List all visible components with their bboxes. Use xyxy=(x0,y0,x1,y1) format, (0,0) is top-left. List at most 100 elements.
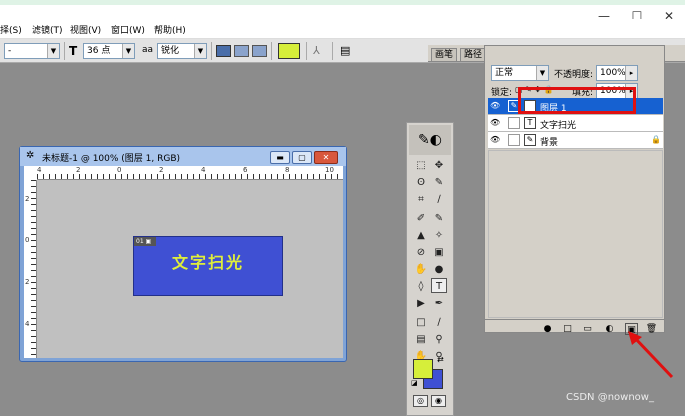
layer-mask-button[interactable]: □ xyxy=(561,323,574,335)
doc-minimize-button[interactable]: ▬ xyxy=(270,151,290,164)
highlight-box xyxy=(518,87,636,114)
link-box[interactable] xyxy=(508,134,520,146)
ruler-h-label: 8 xyxy=(285,166,290,174)
menu-help[interactable]: 帮助(H) xyxy=(154,23,186,36)
divider xyxy=(64,42,65,60)
document-window: ✲ 未标题-1 @ 100% (图层 1, RGB) ▬ ▢ ✕ 4 2 0 2… xyxy=(19,146,347,362)
foreground-color-swatch[interactable] xyxy=(413,359,433,379)
layer-text: 文字扫光 xyxy=(171,253,244,272)
opacity-input[interactable]: 100% ▸ xyxy=(596,65,638,81)
toolbox: ✎◐ ⬚ ✥ ʘ ✎ ⌗ ∕ ✐ ✎ ▲ ✧ ⊘ ▣ ✋ ● ◊ T ▶ ✒ □… xyxy=(406,122,454,416)
standard-mode-button[interactable]: ◎ xyxy=(413,395,428,407)
marquee-tool[interactable]: ⬚ xyxy=(413,158,429,173)
ruler-h-label: 6 xyxy=(243,166,248,174)
blend-mode-select[interactable]: 正常 ▼ xyxy=(491,65,549,81)
eye-icon[interactable]: 👁 xyxy=(490,135,500,144)
eraser-tool[interactable]: ⊘ xyxy=(413,245,429,260)
font-size-icon: T xyxy=(69,44,78,58)
chevron-down-icon: ▼ xyxy=(536,66,548,80)
layer-style-button[interactable]: ● xyxy=(541,323,554,335)
layer-thumbnail: ✎ xyxy=(524,134,536,146)
direct-select-tool[interactable]: ▶ xyxy=(413,296,429,311)
text-layer-image[interactable]: 01 ▣ 文字扫光 xyxy=(133,236,283,296)
chevron-down-icon: ▼ xyxy=(47,44,59,58)
antialias-value: 锐化 xyxy=(161,46,180,56)
document-titlebar: ✲ 未标题-1 @ 100% (图层 1, RGB) ▬ ▢ ✕ xyxy=(20,147,346,166)
tab-paths[interactable]: 路径 xyxy=(460,48,487,62)
chevron-down-icon: ▼ xyxy=(122,44,134,58)
eye-icon[interactable]: 👁 xyxy=(490,118,500,127)
layer-row[interactable]: 👁 ✎ 背景 🔒 xyxy=(488,132,663,149)
new-set-button[interactable]: ▭ xyxy=(581,323,594,335)
toolbox-logo: ✎◐ xyxy=(409,125,451,155)
divider xyxy=(306,42,307,60)
eye-icon[interactable]: 👁 xyxy=(490,101,500,110)
chevron-down-icon: ▼ xyxy=(194,44,206,58)
font-style-select[interactable]: - ▼ xyxy=(4,43,60,59)
menu-filter[interactable]: 滤镜(T) xyxy=(32,23,63,36)
watermark: CSDN @nownow_ xyxy=(566,392,654,403)
shape-tool[interactable]: □ xyxy=(413,315,429,330)
menu-select[interactable]: 择(S) xyxy=(0,23,22,36)
gradient-tool[interactable]: ▣ xyxy=(431,245,447,260)
ruler-ticks xyxy=(37,174,343,179)
text-color-swatch[interactable] xyxy=(278,43,300,59)
doc-close-button[interactable]: ✕ xyxy=(314,151,338,164)
slice-tag: 01 ▣ xyxy=(134,237,156,246)
swap-colors-icon[interactable]: ⇄ xyxy=(437,355,444,364)
document-title: 未标题-1 @ 100% (图层 1, RGB) xyxy=(42,154,181,164)
font-style-value: - xyxy=(8,46,12,56)
warp-text-icon[interactable]: ⅄ xyxy=(313,44,320,57)
ruler-h-label: 10 xyxy=(325,166,334,174)
lock-icon: 🔒 xyxy=(651,135,661,144)
align-right-button[interactable] xyxy=(252,45,267,57)
move-tool[interactable]: ✥ xyxy=(431,158,447,173)
blur-tool[interactable]: ✋ xyxy=(413,262,429,277)
line-tool[interactable]: ∕ xyxy=(431,315,447,330)
menu-view[interactable]: 视图(V) xyxy=(70,23,101,36)
dodge-tool[interactable]: ● xyxy=(431,262,447,277)
ruler-h-label: 4 xyxy=(37,166,42,174)
opacity-label: 不透明度: xyxy=(554,70,594,80)
lasso-tool[interactable]: ʘ xyxy=(413,175,429,190)
horizontal-ruler: 4 2 0 2 4 6 8 10 xyxy=(37,166,343,180)
stamp-tool[interactable]: ▲ xyxy=(413,228,429,243)
notes-tool[interactable]: ▤ xyxy=(413,332,429,347)
slice-tool[interactable]: ∕ xyxy=(431,192,447,207)
antialias-select[interactable]: 锐化 ▼ xyxy=(157,43,207,59)
palettes-icon[interactable]: ▤ xyxy=(340,44,350,57)
doc-maximize-button[interactable]: ▢ xyxy=(292,151,312,164)
link-box[interactable] xyxy=(508,117,520,129)
menu-bar: 择(S) 滤镜(T) 视图(V) 窗口(W) 帮助(H) xyxy=(0,19,685,39)
red-arrow-annotation xyxy=(628,331,674,379)
canvas[interactable]: 01 ▣ 文字扫光 xyxy=(37,180,343,358)
quickmask-mode-button[interactable]: ◉ xyxy=(431,395,446,407)
ruler-h-label: 4 xyxy=(201,166,206,174)
blend-mode-value: 正常 xyxy=(495,68,514,78)
tab-brushes[interactable]: 画笔 xyxy=(431,48,458,62)
layer-thumbnail: T xyxy=(524,117,536,129)
healing-tool[interactable]: ✐ xyxy=(413,211,429,226)
pen-tool[interactable]: ✒ xyxy=(431,296,447,311)
crop-tool[interactable]: ⌗ xyxy=(413,192,429,207)
chevron-right-icon: ▸ xyxy=(625,66,637,80)
brush-tool[interactable]: ✎ xyxy=(431,211,447,226)
opacity-value: 100% xyxy=(600,68,626,78)
history-brush-tool[interactable]: ✧ xyxy=(431,228,447,243)
menu-window[interactable]: 窗口(W) xyxy=(111,23,145,36)
path-select-tool[interactable]: ◊ xyxy=(413,279,429,294)
ruler-v-label: 2 xyxy=(25,278,30,286)
slice-label: 01 xyxy=(136,238,144,245)
type-tool[interactable]: T xyxy=(431,278,447,293)
app-icon: ✲ xyxy=(26,150,35,161)
ruler-v-label: 0 xyxy=(25,236,30,244)
magic-wand-tool[interactable]: ✎ xyxy=(431,175,447,190)
align-left-button[interactable] xyxy=(216,45,231,57)
default-colors-icon[interactable]: ◪ xyxy=(411,379,418,387)
layer-row[interactable]: 👁 T 文字扫光 xyxy=(488,115,663,132)
align-center-button[interactable] xyxy=(234,45,249,57)
adjustment-layer-button[interactable]: ◐ xyxy=(603,323,616,335)
app-titlebar: — ☐ ✕ xyxy=(0,5,685,23)
font-size-select[interactable]: 36 点 ▼ xyxy=(83,43,135,59)
eyedropper-tool[interactable]: ⚲ xyxy=(431,332,447,347)
